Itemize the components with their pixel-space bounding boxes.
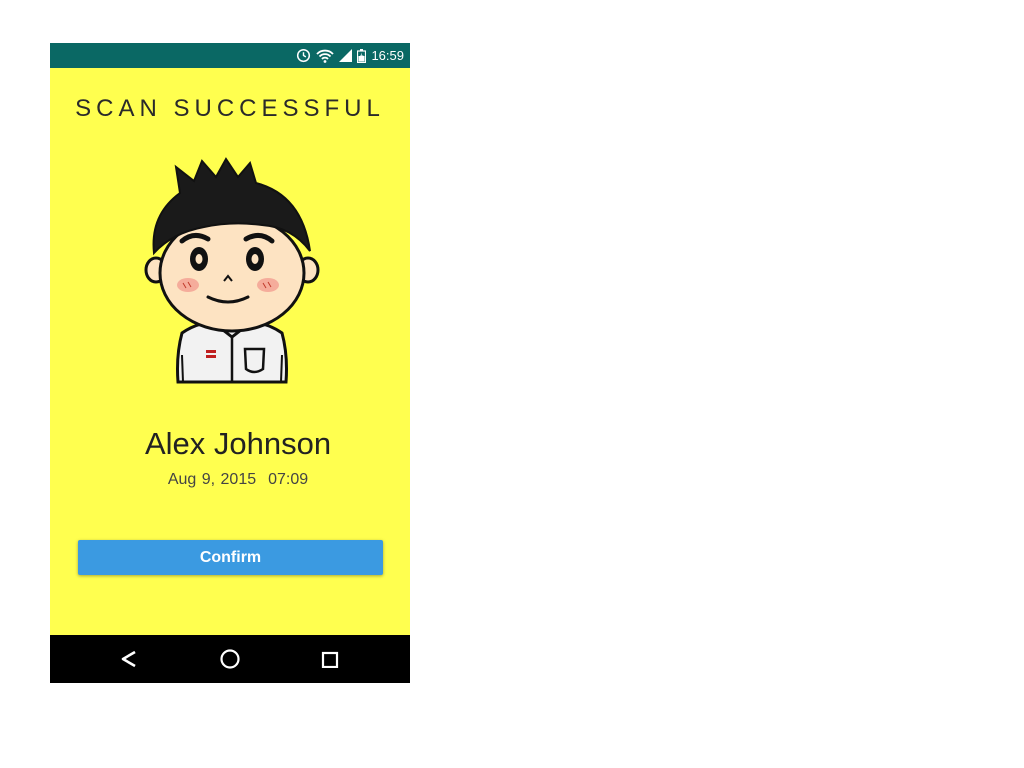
- scan-title: SCAN SUCCESSFUL: [75, 95, 385, 122]
- signal-icon: [339, 49, 353, 62]
- recents-icon[interactable]: [305, 635, 355, 683]
- status-time: 16:59: [371, 48, 404, 63]
- scan-datetime: Aug 9, 2015 07:09: [50, 471, 410, 489]
- scan-date: Aug 9, 2015: [167, 471, 257, 488]
- back-icon[interactable]: [104, 635, 154, 683]
- confirm-button[interactable]: Confirm: [78, 540, 383, 575]
- home-icon[interactable]: [205, 635, 255, 683]
- status-bar: 16:59: [50, 43, 410, 68]
- navigation-bar: [50, 635, 410, 683]
- alarm-icon: [296, 48, 311, 63]
- phone-screen: 16:59 SCAN SUCCESSFUL Alex Johnson Aug 9…: [50, 43, 410, 683]
- scan-time: 07:09: [268, 471, 309, 488]
- person-name: Alex Johnson: [144, 426, 332, 461]
- battery-charging-icon: [357, 48, 367, 63]
- wifi-icon: [316, 49, 335, 63]
- cartoon-boy-avatar: [142, 155, 322, 390]
